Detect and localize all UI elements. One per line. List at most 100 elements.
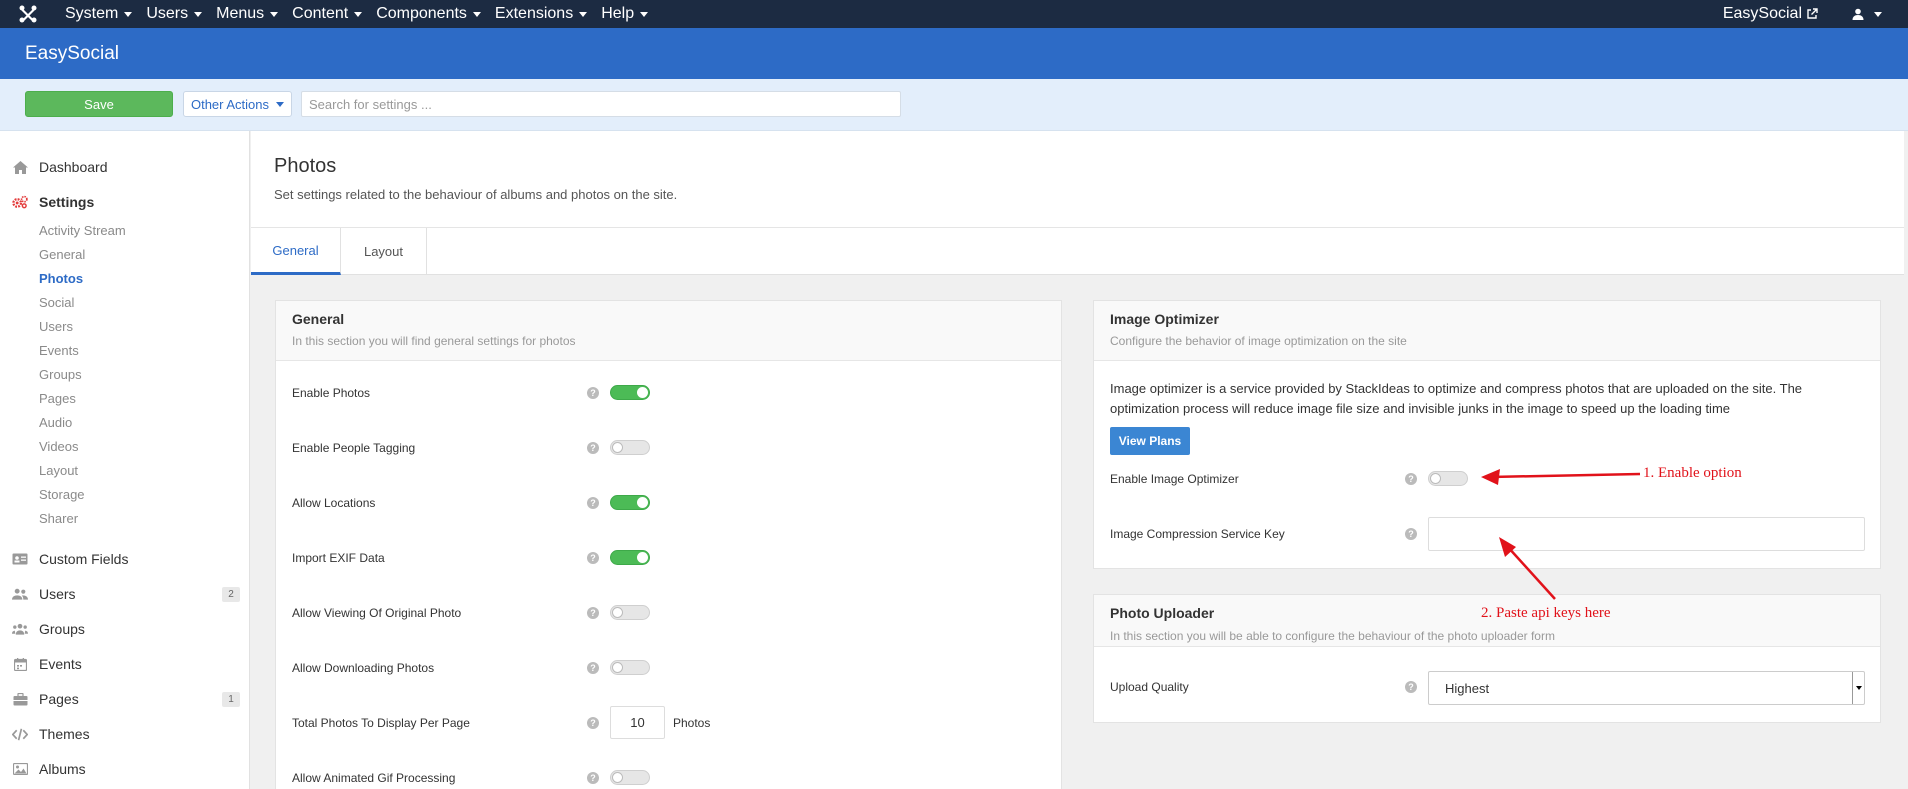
panel-header: Image Optimizer Configure the behavior o… [1094,301,1880,361]
caret-down-icon [354,11,363,17]
help-icon[interactable]: ? [1405,528,1417,540]
site-link[interactable]: EasySocial [1723,5,1852,23]
help-icon[interactable]: ? [1405,473,1417,485]
sidebar-item-custom-fields[interactable]: Custom Fields [12,551,128,567]
setting-label: Image Compression Service Key [1110,527,1285,541]
panel-title: General [292,311,345,327]
help-icon[interactable]: ? [587,717,599,729]
sidebar-item-groups[interactable]: Groups [12,621,85,637]
allow-animated-gif-toggle[interactable] [610,770,650,785]
component-title: EasySocial [25,42,119,64]
menu-content[interactable]: Content [292,0,376,28]
help-icon[interactable]: ? [587,442,599,454]
photos-per-page-input[interactable] [610,706,665,739]
tab-layout[interactable]: Layout [341,228,427,275]
sidebar-item-settings[interactable]: Settings [12,194,94,210]
caret-down-icon [124,11,133,17]
setting-label: Allow Downloading Photos [292,661,435,675]
sidebar-item-dashboard[interactable]: Dashboard [12,159,108,175]
sidebar-item-users[interactable]: Users 2 [12,586,240,602]
sidebar-sub-events[interactable]: Events [39,343,79,358]
setting-label: Upload Quality [1110,680,1189,694]
import-exif-toggle[interactable] [610,550,650,565]
annotation-step2: 2. Paste api keys here [1481,605,1611,621]
enable-photos-toggle[interactable] [610,385,650,400]
help-icon[interactable]: ? [1405,681,1417,693]
enable-people-tagging-toggle[interactable] [610,440,650,455]
sidebar-item-themes[interactable]: Themes [12,726,90,742]
toolbar: Save Other Actions [0,79,1908,131]
other-actions-button[interactable]: Other Actions [183,91,292,117]
help-icon[interactable]: ? [587,772,599,784]
sidebar-sub-social[interactable]: Social [39,295,74,310]
image-icon [12,762,28,776]
sidebar-item-events[interactable]: Events [12,656,82,672]
page-description: Set settings related to the behaviour of… [274,187,678,202]
help-icon[interactable]: ? [587,387,599,399]
allow-downloading-toggle[interactable] [610,660,650,675]
panel-header: General In this section you will find ge… [276,301,1061,361]
menu-components[interactable]: Components [376,0,495,28]
enable-image-optimizer-toggle[interactable] [1428,471,1468,486]
upload-quality-select[interactable]: Highest [1428,671,1865,705]
id-card-icon [12,552,28,566]
allow-locations-toggle[interactable] [610,495,650,510]
sidebar-sub-users[interactable]: Users [39,319,73,334]
view-plans-button[interactable]: View Plans [1110,427,1190,455]
joomla-logo-icon[interactable] [19,5,49,23]
image-optimizer-panel: Image Optimizer Configure the behavior o… [1093,300,1881,569]
allow-viewing-original-toggle[interactable] [610,605,650,620]
compression-service-key-input[interactable] [1428,517,1865,551]
menu-users[interactable]: Users [146,0,216,28]
home-icon [12,160,28,174]
admin-topbar: System Users Menus Content Components Ex… [0,0,1908,28]
setting-label: Total Photos To Display Per Page [292,716,470,730]
sidebar-sub-general[interactable]: General [39,247,85,262]
caret-down-icon [194,11,203,17]
setting-label: Allow Viewing Of Original Photo [292,606,462,620]
caret-down-icon [1874,11,1882,17]
menu-help[interactable]: Help [601,0,662,28]
menu-system[interactable]: System [65,0,146,28]
groups-icon [12,622,28,636]
caret-down-icon [270,11,279,17]
sidebar-item-albums[interactable]: Albums [12,761,86,777]
sidebar-sub-sharer[interactable]: Sharer [39,511,78,526]
panel-title: Image Optimizer [1110,311,1219,327]
setting-label: Allow Locations [292,496,376,510]
caret-down-icon [579,11,588,17]
annotation-step1: 1. Enable option [1643,465,1742,481]
sidebar: Dashboard Settings Activity Stream Gener… [0,131,250,789]
settings-tabs: General Layout [251,228,1904,275]
sidebar-sub-photos[interactable]: Photos [39,271,83,286]
pages-count-badge: 1 [222,691,240,707]
sidebar-item-pages[interactable]: Pages 1 [12,691,240,707]
help-icon[interactable]: ? [587,552,599,564]
panel-subtitle: Configure the behavior of image optimiza… [1110,334,1407,348]
component-header: EasySocial [0,28,1908,79]
help-icon[interactable]: ? [587,607,599,619]
sidebar-sub-audio[interactable]: Audio [39,415,72,430]
help-icon[interactable]: ? [587,497,599,509]
sidebar-sub-layout[interactable]: Layout [39,463,78,478]
settings-search-input[interactable] [301,91,901,117]
tab-general[interactable]: General [251,228,341,275]
panel-title: Photo Uploader [1110,605,1215,621]
page-header: Photos Set settings related to the behav… [251,131,1904,228]
menu-menus[interactable]: Menus [216,0,292,28]
save-button[interactable]: Save [25,91,173,117]
menu-extensions[interactable]: Extensions [495,0,601,28]
optimizer-description: Image optimizer is a service provided by… [1110,381,1803,416]
setting-label: Enable Image Optimizer [1110,472,1239,486]
sidebar-sub-groups[interactable]: Groups [39,367,82,382]
sidebar-sub-videos[interactable]: Videos [39,439,79,454]
external-link-icon [1807,8,1818,19]
users-icon [12,587,28,601]
sidebar-sub-storage[interactable]: Storage [39,487,85,502]
sidebar-sub-activity-stream[interactable]: Activity Stream [39,223,126,238]
page-title: Photos [274,155,337,177]
sidebar-sub-pages[interactable]: Pages [39,391,76,406]
setting-label: Allow Animated Gif Processing [292,771,456,785]
user-menu[interactable] [1852,8,1908,20]
help-icon[interactable]: ? [587,662,599,674]
